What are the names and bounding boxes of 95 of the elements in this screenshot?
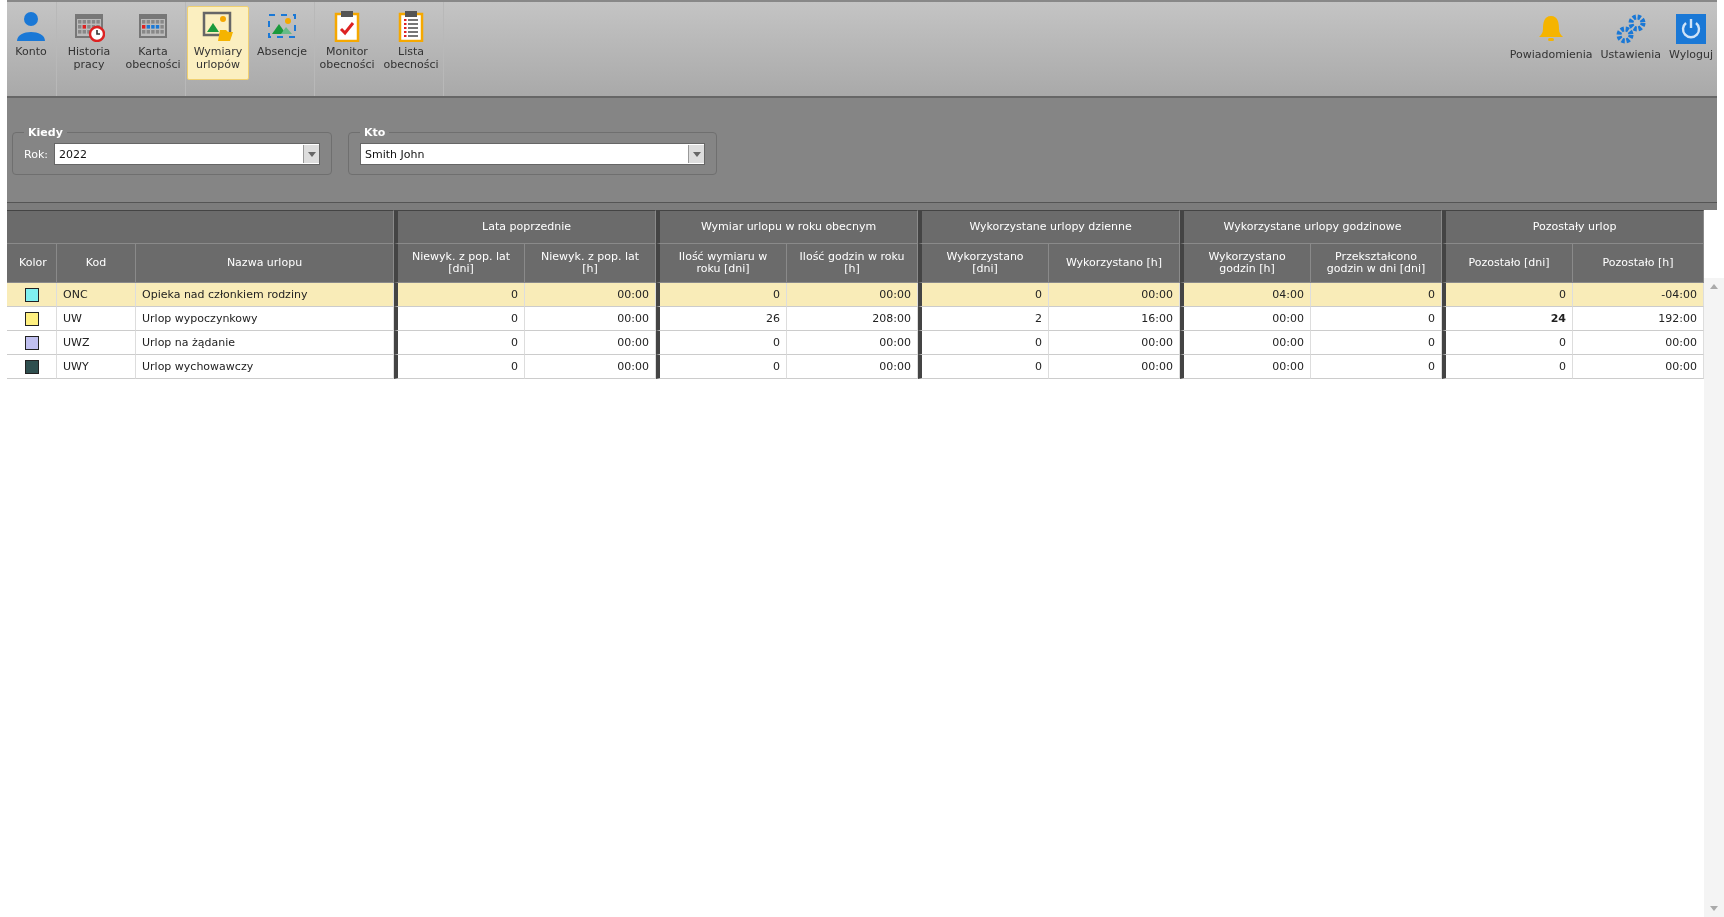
table-cell: ONC [57,283,136,307]
table-cell: UW [57,307,136,331]
toolbar-button[interactable]: Powiadomienia [1505,2,1597,76]
table-cell: 00:00 [525,307,656,331]
toolbar-button[interactable]: Monitor obecności [316,6,378,80]
table-cell: 00:00 [525,331,656,355]
table-cell: 00:00 [1180,331,1312,355]
scrollbar[interactable] [1704,278,1724,917]
table-cell: Urlop na żądanie [136,331,394,355]
table-cell: 16:00 [1049,307,1181,331]
table-cell: 0 [1311,355,1443,379]
table-cell: 0 [394,307,525,331]
table-cell: 26 [656,307,787,331]
table-cell: UWY [57,355,136,379]
filter-legend: Kto [360,126,390,139]
column-header[interactable]: Przekształcono godzin w dni [dni] [1311,244,1443,283]
toolbar-button[interactable]: Historia pracy [58,6,120,80]
table-cell: 0 [656,331,787,355]
table-cell: 00:00 [787,355,918,379]
toolbar-button[interactable]: Ustawienia [1596,2,1665,76]
table-cell: 0 [394,331,525,355]
table-cell: 04:00 [1180,283,1312,307]
table-cell: 0 [1442,283,1574,307]
caret-icon [692,151,701,157]
table-cell: 0 [1442,331,1574,355]
column-group-header: Wykorzystane urlopy godzinowe [1180,210,1443,244]
table-cell: UWZ [57,331,136,355]
scroll-up-icon[interactable] [1710,284,1718,289]
dropdown-field[interactable]: Smith John [360,143,705,165]
column-header[interactable]: Wykorzystano [dni] [918,244,1049,283]
column-group-header: Wymiar urlopu w roku obecnym [656,210,918,244]
field-label: Rok: [24,147,48,161]
table-cell: 00:00 [1049,355,1181,379]
column-header[interactable]: Kod [57,244,136,283]
column-header[interactable]: Pozostało [h] [1573,244,1705,283]
table-cell: 0 [1442,355,1574,379]
column-header[interactable]: Niewyk. z pop. lat [h] [525,244,656,283]
table-cell: 00:00 [1180,355,1312,379]
table-cell: 0 [918,331,1049,355]
image-folder-icon [202,10,234,42]
splitter-bar[interactable] [7,202,1717,210]
toolbar-button[interactable]: Lista obecności [380,6,442,80]
column-header[interactable]: Wykorzystano [h] [1049,244,1181,283]
scroll-down-icon[interactable] [1710,906,1718,911]
table-cell: 00:00 [787,283,918,307]
table-cell: 00:00 [1049,331,1181,355]
table-cell: 192:00 [1573,307,1705,331]
column-header[interactable]: Kolor [7,244,57,283]
column-header[interactable]: Niewyk. z pop. lat [dni] [394,244,525,283]
column-header[interactable]: Pozostało [dni] [1442,244,1574,283]
table-cell: 00:00 [1049,283,1181,307]
table-row[interactable]: UWZ Urlop na żądanie 0 00:00 0 00:00 0 00:00 00:00 0 0 00:00 [7,331,1705,355]
caret-icon [307,151,316,157]
table-cell: 0 [918,283,1049,307]
table-cell: 208:00 [787,307,918,331]
table-cell: 0 [656,355,787,379]
table-cell: 0 [1311,331,1443,355]
person-icon [15,10,47,42]
column-group-header: Pozostały urlop [1442,210,1705,244]
table-cell: Urlop wychowawczy [136,355,394,379]
toolbar-button[interactable]: Karta obecności [122,6,184,80]
table-cell: 0 [1311,307,1443,331]
toolbar-button[interactable]: Konto [7,6,55,80]
table-cell: 00:00 [1573,331,1705,355]
table-cell: 0 [1311,283,1443,307]
table-row[interactable]: UWY Urlop wychowawczy 0 00:00 0 00:00 0 00:00 00:00 0 0 00:00 [7,355,1705,379]
table-cell: 24 [1442,307,1574,331]
table-cell: Opieka nad członkiem rodziny [136,283,394,307]
column-header[interactable]: Ilość godzin w roku [h] [787,244,918,283]
table-cell: Urlop wypoczynkowy [136,307,394,331]
table-cell: 2 [918,307,1049,331]
settings-icon [1614,13,1647,45]
power-icon [1675,13,1707,45]
column-header[interactable]: Nazwa urlopu [136,244,394,283]
table-cell: 0 [394,355,525,379]
column-group-header: Wykorzystane urlopy dzienne [918,210,1181,244]
column-header[interactable]: Wykorzystano godzin [h] [1180,244,1312,283]
table-cell: 0 [918,355,1049,379]
table-cell: 00:00 [525,283,656,307]
column-header[interactable]: Ilość wymiaru w roku [dni] [656,244,787,283]
column-group-header: Lata poprzednie [394,210,656,244]
table-cell: 0 [394,283,525,307]
table-row[interactable]: ONC Opieka nad członkiem rodziny 0 00:00 0 00:00 0 00:00 04:00 0 0 -04:00 [7,283,1705,307]
table-cell: -04:00 [1573,283,1705,307]
table-cell: 00:00 [525,355,656,379]
table-cell: 0 [656,283,787,307]
filter-legend: Kiedy [24,126,67,139]
toolbar-button[interactable]: Wyloguj [1665,2,1717,76]
toolbar-button[interactable]: Wymiary urlopów [187,6,249,80]
toolbar-button[interactable]: Absencje [251,6,313,80]
table-row[interactable]: UW Urlop wypoczynkowy 0 00:00 26 208:00 2 16:00 00:00 0 24 192:00 [7,307,1705,331]
table-cell: 00:00 [787,331,918,355]
table-cell: 00:00 [1573,355,1705,379]
dropdown-field[interactable]: 2022 [53,143,320,165]
table-cell: 00:00 [1180,307,1312,331]
